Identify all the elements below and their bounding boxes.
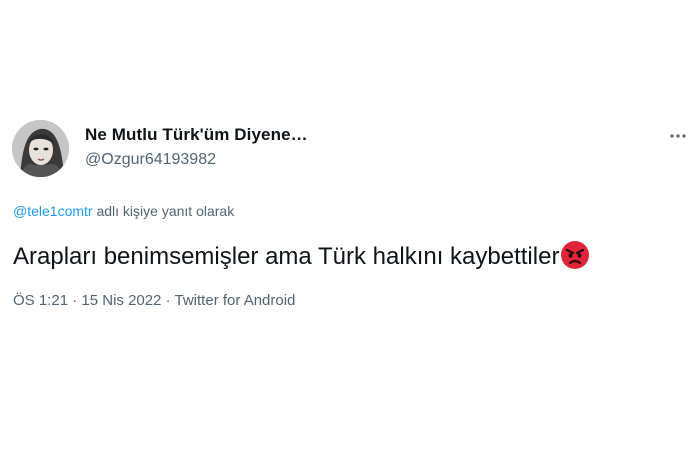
tweet-metadata: ÖS 1:21 · 15 Nis 2022 · Twitter for Andr… <box>13 292 295 309</box>
tweet-text-content: Arapları benimsemişler ama Türk halkını … <box>13 243 560 270</box>
angry-face-emoji-icon <box>560 240 590 277</box>
tweet-date[interactable]: 15 Nis 2022 <box>81 292 161 309</box>
avatar-image <box>12 120 69 177</box>
tweet-time[interactable]: ÖS 1:21 <box>13 292 68 309</box>
display-name[interactable]: Ne Mutlu Türk'üm Diyene… <box>85 125 308 145</box>
reply-context: @tele1comtr adlı kişiye yanıt olarak <box>13 203 234 219</box>
more-options-icon[interactable] <box>668 126 688 146</box>
user-handle[interactable]: @Ozgur64193982 <box>85 151 216 169</box>
meta-separator: · <box>68 292 82 309</box>
reply-mention-link[interactable]: @tele1comtr <box>13 203 93 219</box>
tweet-source[interactable]: Twitter for Android <box>175 292 296 309</box>
meta-separator: · <box>161 292 175 309</box>
avatar[interactable] <box>12 120 69 177</box>
reply-context-text: adlı kişiye yanıt olarak <box>92 203 235 219</box>
tweet-text: Arapları benimsemişler ama Türk halkını … <box>13 240 590 277</box>
tweet-card: Ne Mutlu Türk'üm Diyene… @Ozgur64193982 … <box>0 0 690 450</box>
